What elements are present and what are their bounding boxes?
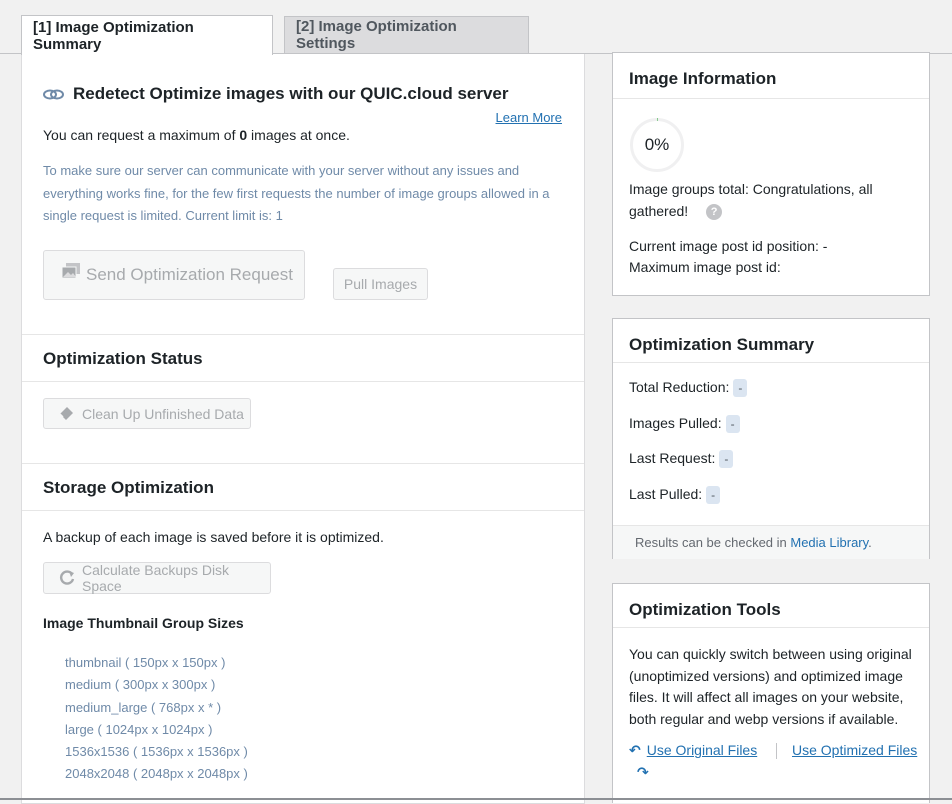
row-label: Last Pulled: <box>629 486 703 502</box>
progress-circle: 0% <box>629 117 685 173</box>
divider <box>613 627 929 628</box>
redetect-title: Redetect Optimize images with our QUIC.c… <box>73 84 509 103</box>
maximum-image-post-id: Maximum image post id: <box>629 259 781 275</box>
tab-bar: [1] Image Optimization Summary [2] Image… <box>0 0 952 55</box>
use-optimized-files-link[interactable]: Use Optimized Files <box>792 742 917 758</box>
eraser-icon <box>58 406 74 422</box>
divider <box>22 510 584 511</box>
progress-percent: 0% <box>644 135 670 154</box>
thumbnail-sizes-title: Image Thumbnail Group Sizes <box>43 615 244 631</box>
list-item: thumbnail ( 150px x 150px ) <box>65 655 226 670</box>
image-groups-total: Image groups total: Congratulations, all… <box>629 178 899 222</box>
tab-image-optimization-settings[interactable]: [2] Image Optimization Settings <box>284 16 529 53</box>
last-request-row: Last Request: - <box>629 450 734 469</box>
footer-prefix: Results can be checked in <box>635 535 791 550</box>
storage-optimization-title: Storage Optimization <box>43 478 214 497</box>
footer-suffix: . <box>868 535 872 550</box>
images-pulled-row: Images Pulled: - <box>629 415 740 434</box>
list-item: medium ( 300px x 300px ) <box>65 677 216 693</box>
image-information-panel: Image Information 0% Image groups total:… <box>612 52 930 296</box>
use-optimized-label: Use Optimized Files <box>792 742 918 758</box>
last-pulled-row: Last Pulled: - <box>629 486 721 505</box>
divider <box>613 98 929 99</box>
row-value-badge: - <box>706 486 721 505</box>
max-prefix: You can request a maximum of <box>43 127 240 143</box>
media-library-link[interactable]: Media Library <box>790 535 868 550</box>
optimization-summary-panel: Optimization Summary Total Reduction: - I… <box>612 318 930 559</box>
pull-images-button[interactable]: Pull Images <box>333 268 428 300</box>
max-suffix: images at once. <box>247 127 350 143</box>
max-value: 0 <box>239 127 248 143</box>
use-original-files-link[interactable]: ↶ Use Original Files <box>629 742 757 759</box>
list-item: 2048x2048 ( 2048px x 2048px ) <box>65 766 248 782</box>
learn-more-link[interactable]: Learn More <box>496 110 562 125</box>
images-icon <box>60 261 82 281</box>
divider <box>613 362 929 363</box>
total-reduction-row: Total Reduction: - <box>629 379 748 398</box>
list-item: 1536x1536 ( 1536px x 1536px ) <box>65 744 248 760</box>
limit-notice: To make sure our server can communicate … <box>43 163 550 223</box>
help-icon[interactable]: ? <box>706 204 723 221</box>
undo-icon: ↶ <box>629 742 641 758</box>
use-original-label: Use Original Files <box>646 742 758 758</box>
refresh-icon <box>58 569 76 587</box>
optimization-summary-title: Optimization Summary <box>629 335 815 354</box>
calc-button-label: Calculate Backups Disk Space <box>82 562 230 594</box>
row-label: Last Request: <box>629 450 716 466</box>
main-panel: Redetect Optimize images with our QUIC.c… <box>21 54 585 804</box>
redo-icon: ↷ <box>637 764 649 780</box>
list-item: large ( 1024px x 1024px ) <box>65 721 213 737</box>
row-value-badge: - <box>725 415 740 434</box>
image-information-title: Image Information <box>629 69 777 88</box>
row-value-badge: - <box>733 379 748 398</box>
summary-footer: Results can be checked in Media Library. <box>613 525 929 559</box>
row-value-badge: - <box>719 450 734 469</box>
link-separator <box>776 743 777 759</box>
send-button-label: Send Optimization Request <box>86 265 293 284</box>
list-item: medium_large ( 768px x * ) <box>65 699 222 715</box>
link-icon <box>42 86 66 102</box>
tools-description: You can quickly switch between using ori… <box>629 646 912 727</box>
row-label: Total Reduction: <box>629 379 730 395</box>
optimization-status-title: Optimization Status <box>43 349 203 368</box>
calculate-backups-disk-space-button[interactable]: Calculate Backups Disk Space <box>43 562 271 594</box>
optimization-tools-title: Optimization Tools <box>629 600 781 619</box>
thumbnail-sizes-list: thumbnail ( 150px x 150px ) medium ( 300… <box>65 652 248 786</box>
optimization-tools-panel: Optimization Tools You can quickly switc… <box>612 583 930 803</box>
clean-up-unfinished-data-button[interactable]: Clean Up Unfinished Data <box>43 398 251 429</box>
cleanup-button-label: Clean Up Unfinished Data <box>82 405 244 422</box>
tab-image-optimization-summary[interactable]: [1] Image Optimization Summary <box>21 15 273 55</box>
divider <box>22 334 584 335</box>
bottom-border <box>0 798 952 800</box>
row-label: Images Pulled: <box>629 415 722 431</box>
divider <box>22 463 584 464</box>
groups-total-text: Image groups total: Congratulations, all… <box>629 181 873 219</box>
backup-note: A backup of each image is saved before i… <box>43 529 384 545</box>
divider <box>22 381 584 382</box>
current-image-post-id: Current image post id position: - <box>629 238 828 254</box>
send-optimization-request-button[interactable]: Send Optimization Request <box>43 250 305 300</box>
max-request-text: You can request a maximum of 0 images at… <box>43 127 350 143</box>
